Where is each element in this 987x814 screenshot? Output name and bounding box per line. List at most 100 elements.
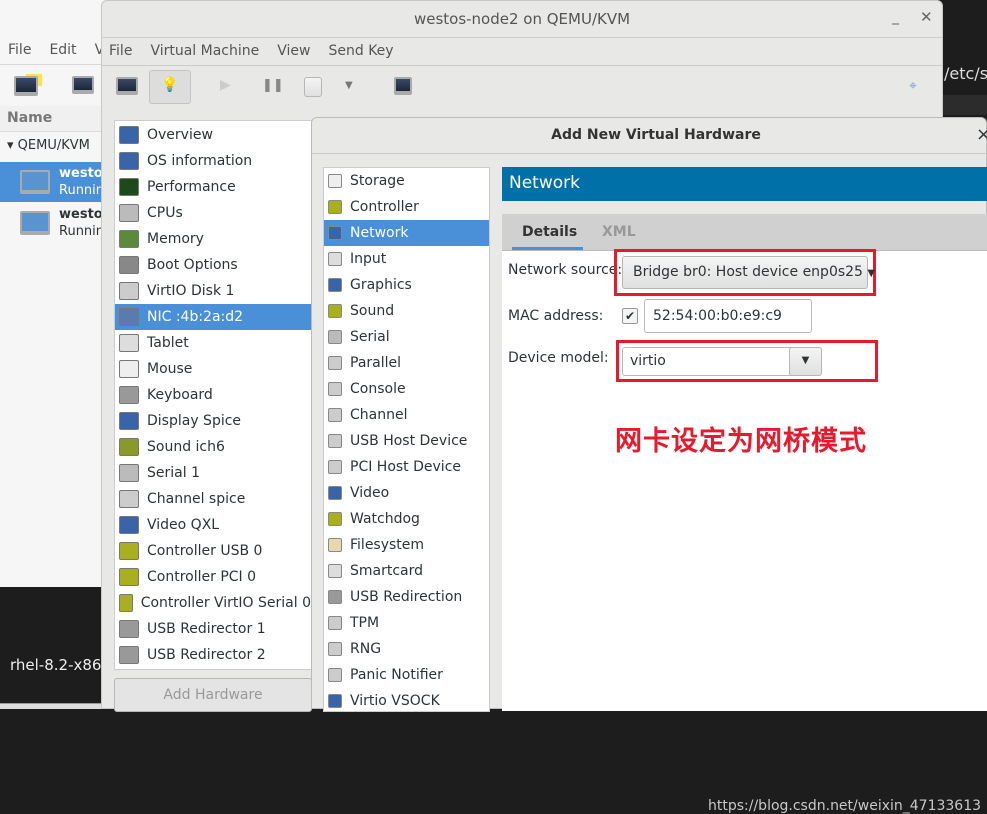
dialog-close-button[interactable]: × <box>976 124 987 145</box>
taskbar-label: rhel-8.2-x86_ <box>10 656 109 674</box>
hardware-type-label: Sound <box>350 303 395 319</box>
hardware-item[interactable]: Video QXL <box>115 512 311 538</box>
hardware-item-label: Memory <box>147 231 204 247</box>
hardware-type-item[interactable]: Input <box>324 246 489 272</box>
menu-edit[interactable]: Edit <box>49 42 76 58</box>
hardware-item[interactable]: USB Redirector 2 <box>115 642 311 668</box>
column-header-name[interactable]: Name <box>7 110 52 126</box>
tab-xml[interactable]: XML <box>602 224 636 240</box>
hardware-type-item[interactable]: Smartcard <box>324 558 489 584</box>
hardware-item[interactable]: CPUs <box>115 200 311 226</box>
hardware-icon <box>119 594 133 612</box>
hardware-type-label: Filesystem <box>350 537 425 553</box>
hardware-item-label: CPUs <box>147 205 183 221</box>
hardware-item[interactable]: Controller PCI 0 <box>115 564 311 590</box>
hardware-type-item[interactable]: Storage <box>324 168 489 194</box>
hardware-type-item[interactable]: Graphics <box>324 272 489 298</box>
hardware-item[interactable]: VirtIO Disk 1 <box>115 278 311 304</box>
hardware-item-label: Controller USB 0 <box>147 543 263 559</box>
hardware-item[interactable]: USB Redirector 1 <box>115 616 311 642</box>
hardware-type-item[interactable]: Panic Notifier <box>324 662 489 688</box>
hardware-item[interactable]: Keyboard <box>115 382 311 408</box>
pause-icon[interactable]: ❚❚ <box>262 78 284 93</box>
close-button[interactable]: ✕ <box>920 8 933 26</box>
hardware-type-item[interactable]: Video <box>324 480 489 506</box>
vm-icon <box>20 170 50 194</box>
mac-address-value: 52:54:00:b0:e9:c9 <box>653 308 782 324</box>
terminal-bar <box>943 95 987 115</box>
group-qemu-kvm[interactable]: ▾ QEMU/KVM <box>7 138 90 153</box>
hardware-item[interactable]: OS information <box>115 148 311 174</box>
hardware-icon <box>119 620 139 638</box>
hardware-type-item[interactable]: Channel <box>324 402 489 428</box>
new-vm-icon[interactable] <box>14 76 38 96</box>
hardware-item[interactable]: Channel spice <box>115 486 311 512</box>
network-source-dropdown[interactable]: Bridge br0: Host device enp0s25 ▼ <box>622 256 875 289</box>
hardware-item[interactable]: Controller USB 0 <box>115 538 311 564</box>
hardware-icon <box>119 646 139 664</box>
hardware-item[interactable]: Serial 1 <box>115 460 311 486</box>
hardware-type-item[interactable]: RNG <box>324 636 489 662</box>
shutdown-menu-icon[interactable]: ▼ <box>345 80 353 91</box>
hardware-type-item[interactable]: Filesystem <box>324 532 489 558</box>
menu-view[interactable]: View <box>277 43 310 59</box>
hardware-item-label: VirtIO Disk 1 <box>147 283 235 299</box>
hardware-item-label: Mouse <box>147 361 193 377</box>
hardware-type-item[interactable]: Watchdog <box>324 506 489 532</box>
menu-file[interactable]: File <box>109 43 132 59</box>
hardware-type-icon <box>328 460 342 474</box>
hardware-type-item[interactable]: Serial <box>324 324 489 350</box>
hardware-type-item[interactable]: USB Host Device <box>324 428 489 454</box>
hardware-type-item[interactable]: Sound <box>324 298 489 324</box>
snapshots-icon[interactable] <box>394 77 412 95</box>
tab-bar: Details XML <box>502 214 987 251</box>
hardware-item[interactable]: Overview <box>115 122 311 148</box>
hardware-type-item[interactable]: Controller <box>324 194 489 220</box>
hardware-icon <box>119 360 139 378</box>
hardware-icon <box>119 178 139 196</box>
hardware-type-icon <box>328 512 342 526</box>
menu-send-key[interactable]: Send Key <box>328 43 393 59</box>
console-view-icon[interactable] <box>116 77 138 95</box>
annotation-text: 网卡设定为网桥模式 <box>615 426 867 457</box>
dialog-title: Add New Virtual Hardware <box>551 127 761 143</box>
shutdown-button[interactable] <box>304 77 322 97</box>
tab-details[interactable]: Details <box>522 224 577 240</box>
resize-icon[interactable]: ⌖ <box>909 78 917 94</box>
hardware-type-item[interactable]: Console <box>324 376 489 402</box>
open-console-icon[interactable] <box>72 76 94 94</box>
hardware-type-item[interactable]: USB Redirection <box>324 584 489 610</box>
hardware-item-label: Serial 1 <box>147 465 200 481</box>
hardware-item[interactable]: Performance <box>115 174 311 200</box>
details-view-button[interactable]: 💡 <box>149 70 191 104</box>
hardware-type-item[interactable]: Network <box>324 220 489 246</box>
hardware-type-icon <box>328 590 342 604</box>
hardware-icon <box>119 126 139 144</box>
hardware-type-item[interactable]: TPM <box>324 610 489 636</box>
hardware-item[interactable]: NIC :4b:2a:d2 <box>115 304 311 330</box>
hardware-item[interactable]: Tablet <box>115 330 311 356</box>
minimize-button[interactable]: _ <box>892 9 899 25</box>
hardware-type-label: PCI Host Device <box>350 459 462 475</box>
hardware-item-label: Display Spice <box>147 413 242 429</box>
run-icon[interactable]: ▶ <box>220 77 231 93</box>
hardware-type-icon <box>328 200 342 214</box>
hardware-type-icon <box>328 408 342 422</box>
menu-virtual-machine[interactable]: Virtual Machine <box>150 43 259 59</box>
mac-checkbox[interactable]: ✔ <box>622 308 638 324</box>
hardware-type-item[interactable]: Virtio VSOCK <box>324 688 489 714</box>
menu-file[interactable]: File <box>8 42 31 58</box>
hardware-item[interactable]: Mouse <box>115 356 311 382</box>
hardware-item[interactable]: Controller VirtIO Serial 0 <box>115 590 311 616</box>
hardware-type-label: Watchdog <box>350 511 420 527</box>
device-model-combo[interactable]: virtio ▼ <box>622 347 822 376</box>
hardware-type-item[interactable]: PCI Host Device <box>324 454 489 480</box>
hardware-item[interactable]: Memory <box>115 226 311 252</box>
hardware-type-item[interactable]: Parallel <box>324 350 489 376</box>
hardware-item[interactable]: Boot Options <box>115 252 311 278</box>
add-hardware-button[interactable]: Add Hardware <box>114 678 312 712</box>
device-model-dropdown-button[interactable]: ▼ <box>789 347 822 376</box>
hardware-item[interactable]: Sound ich6 <box>115 434 311 460</box>
hardware-item[interactable]: Display Spice <box>115 408 311 434</box>
mac-address-input[interactable]: 52:54:00:b0:e9:c9 <box>644 299 812 333</box>
